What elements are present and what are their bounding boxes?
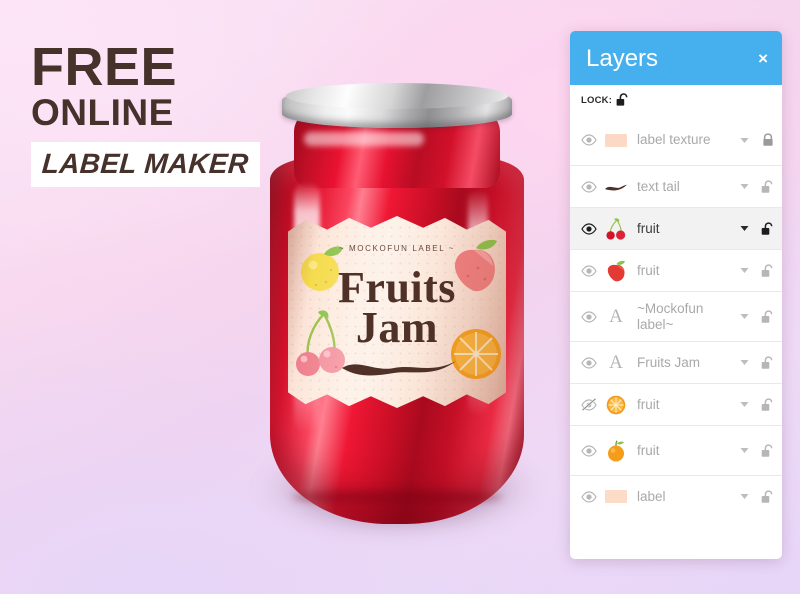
eye-visible-icon[interactable] — [581, 490, 601, 503]
chevron-down-icon[interactable] — [736, 137, 752, 144]
lock-open-icon[interactable] — [752, 221, 774, 236]
jar-gloss-neck — [304, 132, 424, 146]
lock-open-icon[interactable] — [752, 443, 774, 458]
layer-name[interactable]: fruit — [631, 397, 736, 413]
label-kicker-text: ~ MOCKOFUN LABEL ~ — [338, 244, 456, 253]
layers-panel[interactable]: Layers × LOCK: label texture text tail fru… — [570, 31, 782, 559]
lock-closed-icon[interactable] — [752, 133, 774, 147]
layer-row[interactable]: A Fruits Jam — [570, 341, 782, 383]
close-icon[interactable]: × — [758, 50, 768, 67]
layer-name[interactable]: label — [631, 489, 736, 505]
layers-list[interactable]: label texture text tail fruit fruit A ~Mockof… — [570, 115, 782, 517]
layer-name[interactable]: fruit — [631, 263, 736, 279]
eye-visible-icon[interactable] — [581, 310, 601, 323]
page-title: Layers — [586, 45, 659, 72]
layer-name[interactable]: text tail — [631, 179, 736, 195]
layer-thumbnail-swatch-peach-icon — [601, 133, 631, 147]
layer-name[interactable]: fruit — [631, 221, 736, 237]
layer-thumbnail-text-glyph-A-icon: A — [609, 352, 623, 373]
layer-row[interactable]: fruit — [570, 207, 782, 249]
jam-jar-mockup[interactable]: ~ MOCKOFUN LABEL ~ Fruits Jam — [224, 83, 574, 558]
layer-thumbnail-swatch-peach-icon — [601, 490, 631, 503]
layer-row[interactable]: fruit — [570, 383, 782, 425]
layer-thumbnail-orange-whole-icon — [601, 439, 631, 462]
layer-row[interactable]: text tail — [570, 165, 782, 207]
eye-visible-icon[interactable] — [581, 180, 601, 193]
eye-visible-icon[interactable] — [581, 222, 601, 235]
lock-open-icon[interactable] — [752, 179, 774, 194]
layer-row[interactable]: A ~Mockofun label~ — [570, 291, 782, 341]
lock-open-icon[interactable] — [752, 397, 774, 412]
eye-visible-icon[interactable] — [581, 134, 601, 146]
chevron-down-icon[interactable] — [736, 401, 752, 408]
eye-hidden-icon[interactable] — [581, 398, 601, 411]
lock-open-icon[interactable] — [752, 309, 774, 324]
jar-base-shade — [292, 490, 502, 504]
chevron-down-icon[interactable] — [736, 183, 752, 190]
chevron-down-icon[interactable] — [736, 267, 752, 274]
chevron-down-icon[interactable] — [736, 447, 752, 454]
lock-bar[interactable]: LOCK: — [570, 85, 782, 115]
jar-label[interactable]: ~ MOCKOFUN LABEL ~ Fruits Jam — [288, 214, 506, 410]
layer-thumbnail-swash-stroke-icon — [601, 182, 631, 192]
layer-row[interactable]: label texture — [570, 115, 782, 165]
lock-open-icon[interactable] — [752, 355, 774, 370]
layer-name[interactable]: Fruits Jam — [631, 355, 736, 371]
jar-lid-top — [286, 83, 508, 109]
eye-visible-icon[interactable] — [581, 264, 601, 277]
label-title-line2: Jam — [355, 303, 439, 352]
lock-bar-label: LOCK: — [581, 94, 613, 106]
layer-thumbnail-text-glyph-A-icon: A — [609, 306, 623, 327]
layer-name[interactable]: fruit — [631, 443, 736, 459]
promo-banner: LABEL MAKER — [31, 142, 260, 188]
layers-panel-header: Layers × — [570, 31, 782, 85]
chevron-down-icon[interactable] — [736, 225, 752, 232]
promo-banner-text: LABEL MAKER — [40, 148, 250, 180]
eye-visible-icon[interactable] — [581, 356, 601, 369]
layer-thumbnail-orange-slice-icon — [601, 395, 631, 415]
layer-row[interactable]: fruit — [570, 249, 782, 291]
chevron-down-icon[interactable] — [736, 359, 752, 366]
app-canvas: FREE ONLINE LABEL MAKER ~ MOCKOFUN LABEL… — [0, 0, 800, 594]
layer-row[interactable]: label — [570, 475, 782, 517]
layer-thumbnail-apple-icon — [601, 260, 631, 282]
layer-row[interactable]: fruit — [570, 425, 782, 475]
unlock-icon[interactable] — [616, 93, 629, 107]
lock-open-icon[interactable] — [752, 489, 774, 504]
eye-visible-icon[interactable] — [581, 444, 601, 457]
layer-thumbnail-cherries-icon — [601, 217, 631, 240]
layer-name[interactable]: label texture — [631, 132, 736, 148]
lock-open-icon[interactable] — [752, 263, 774, 278]
layer-name[interactable]: ~Mockofun label~ — [631, 301, 736, 333]
chevron-down-icon[interactable] — [736, 313, 752, 320]
text-tail-swash-icon — [342, 361, 456, 376]
chevron-down-icon[interactable] — [736, 493, 752, 500]
